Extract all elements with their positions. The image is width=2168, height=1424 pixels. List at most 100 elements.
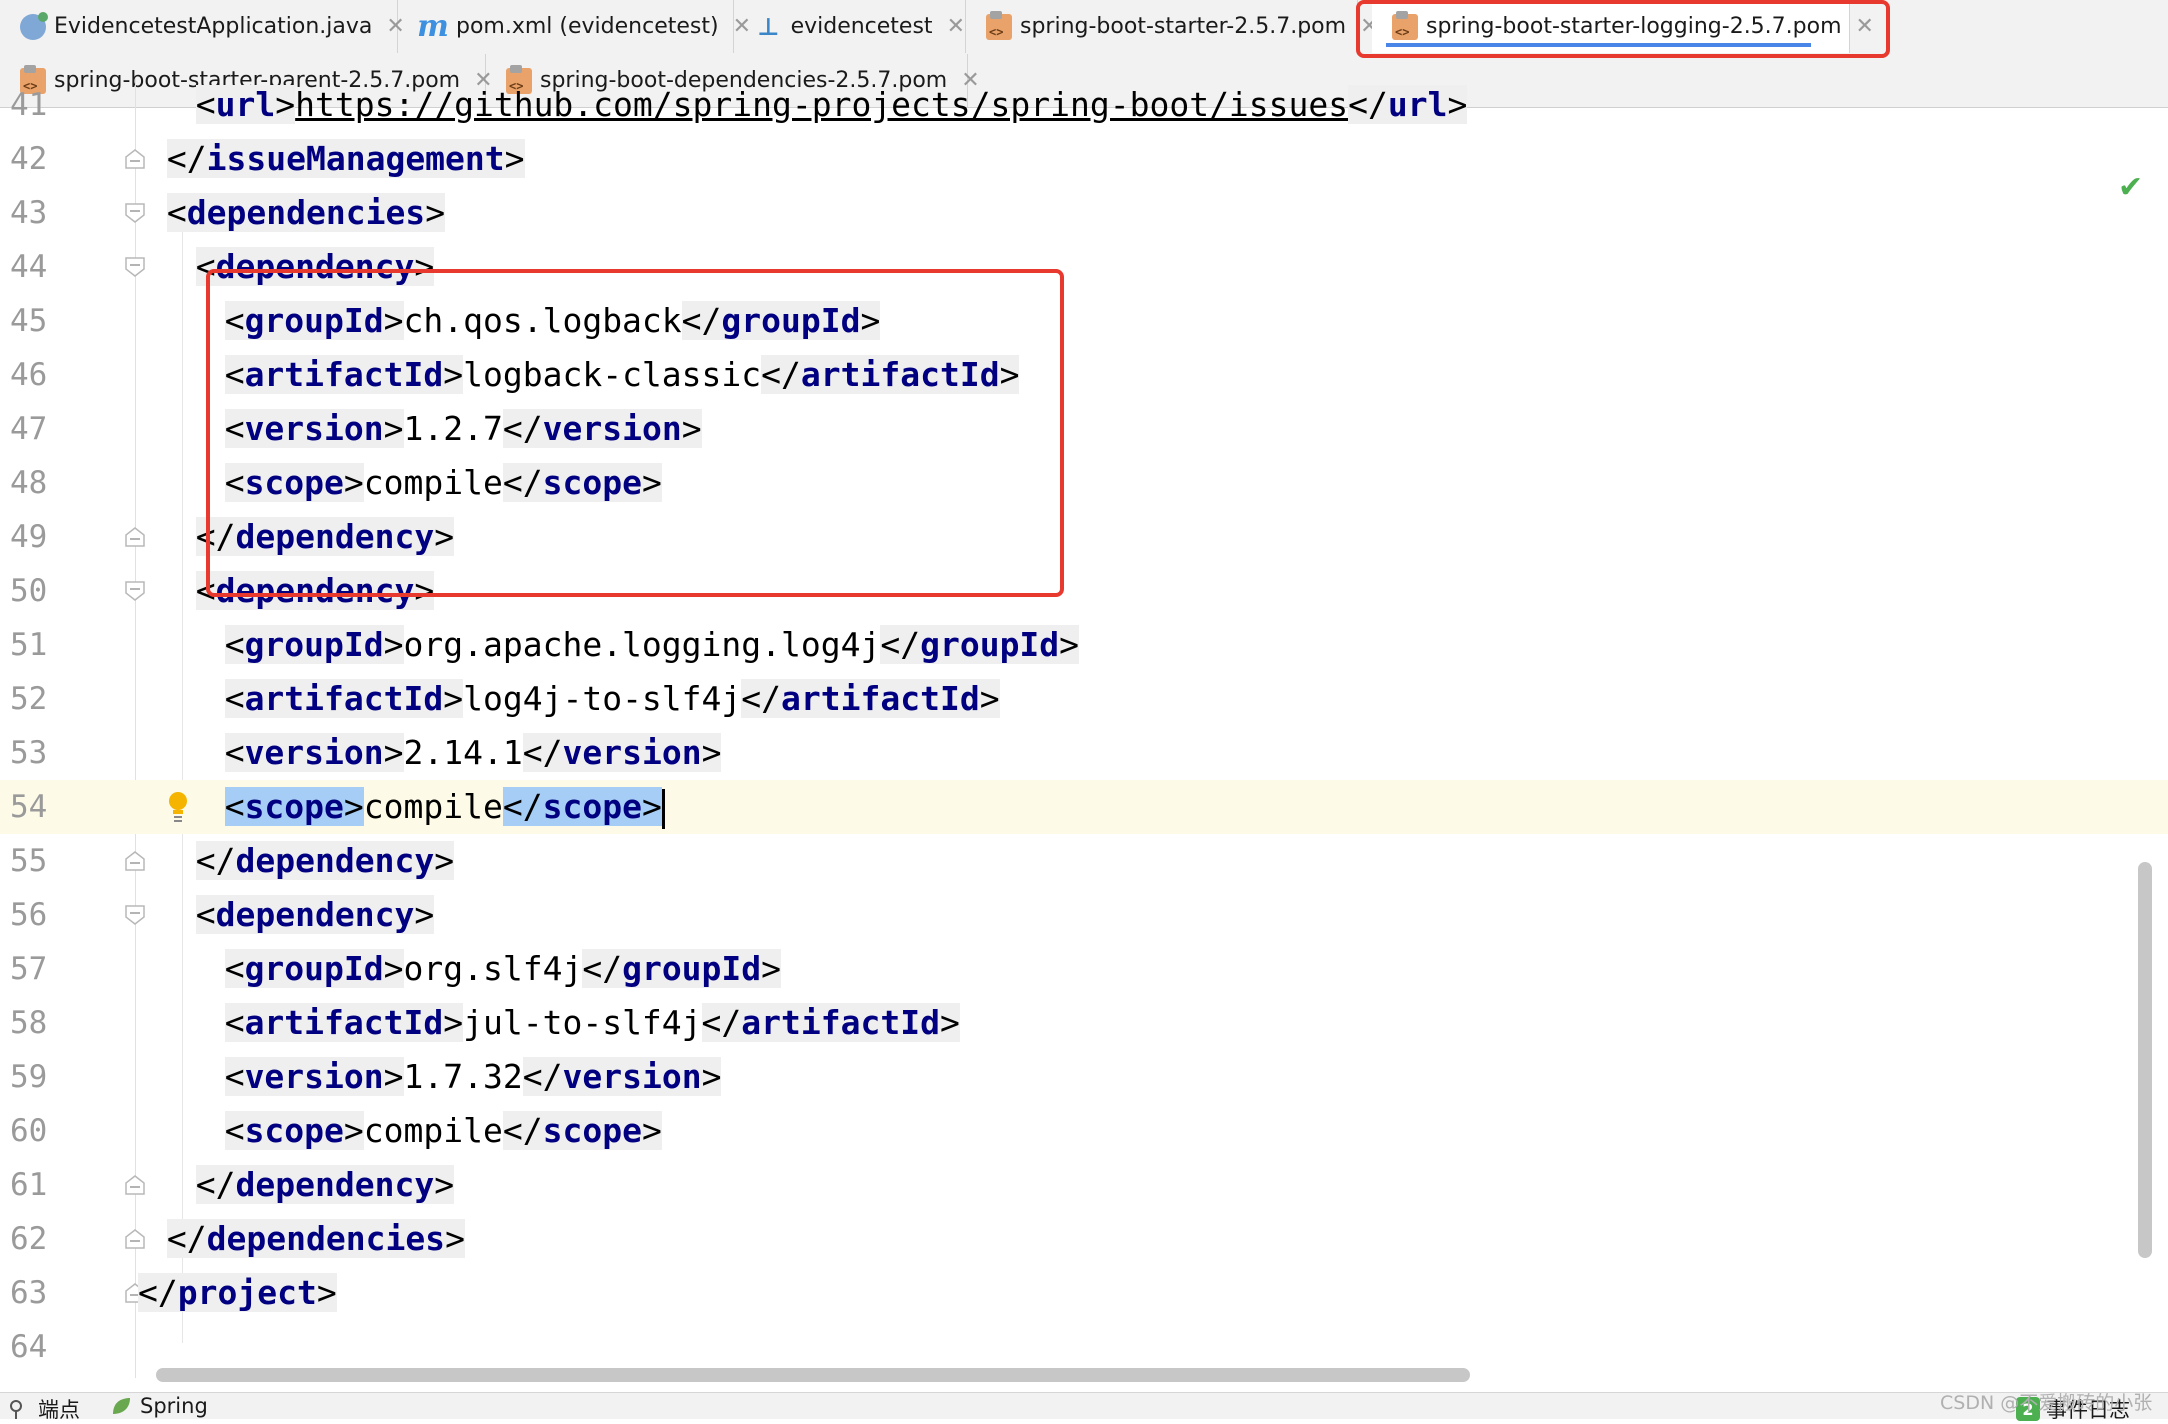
bracket: </: [502, 463, 543, 502]
code-line[interactable]: 45 <groupId>ch.qos.logback</groupId>: [0, 294, 2168, 348]
code-text: </dependency>: [195, 1158, 455, 1212]
code-line[interactable]: 55 </dependency>: [0, 834, 2168, 888]
xml-tag-close: </groupId>: [681, 301, 881, 340]
spring-tool-button[interactable]: Spring: [110, 1394, 208, 1418]
xml-tag-open: <scope>: [224, 1111, 364, 1150]
fold-marker-icon[interactable]: [124, 1174, 146, 1196]
tab-pom-xml-evidencetest[interactable]: m pom.xml (evidencetest) ✕: [398, 0, 751, 53]
bracket: <: [224, 1111, 245, 1150]
bracket: </: [166, 139, 207, 178]
code-line[interactable]: 58 <artifactId>jul-to-slf4j</artifactId>: [0, 996, 2168, 1050]
xml-tag-close: </project>: [138, 1273, 337, 1312]
code-line[interactable]: 52 <artifactId>log4j-to-slf4j</artifactId…: [0, 672, 2168, 726]
close-icon[interactable]: ✕: [1856, 14, 1874, 39]
horizontal-scrollbar[interactable]: [156, 1368, 1470, 1382]
tab-spring-boot-starter-logging-pom[interactable]: <> spring-boot-starter-logging-2.5.7.pom…: [1372, 0, 1874, 53]
code-line[interactable]: 44 <dependency>: [0, 240, 2168, 294]
tag-name: groupId: [622, 949, 762, 988]
code-line[interactable]: 42 </issueManagement>: [0, 132, 2168, 186]
tag-name: version: [562, 733, 702, 772]
code-line[interactable]: 60 <scope>compile</scope>: [0, 1104, 2168, 1158]
xml-tag-close: </groupId>: [582, 949, 782, 988]
code-line[interactable]: 53 <version>2.14.1</version>: [0, 726, 2168, 780]
tab-spring-boot-starter-pom[interactable]: <> spring-boot-starter-2.5.7.pom ✕: [966, 0, 1379, 53]
xml-tag-close: </scope>: [502, 787, 662, 826]
line-number: 50: [10, 573, 48, 609]
xml-tag-open: <artifactId>: [224, 1003, 464, 1042]
close-icon[interactable]: ✕: [947, 14, 965, 39]
tag-value: compile: [363, 1111, 503, 1150]
tab-evidencetest-application-java[interactable]: EvidencetestApplication.java ✕: [0, 0, 405, 53]
code-line[interactable]: 62 </dependencies>: [0, 1212, 2168, 1266]
code-line[interactable]: 57 <groupId>org.slf4j</groupId>: [0, 942, 2168, 996]
bracket: </: [880, 625, 921, 664]
code-line[interactable]: 61 </dependency>: [0, 1158, 2168, 1212]
code-text: <artifactId>jul-to-slf4j</artifactId>: [224, 996, 960, 1050]
fold-marker-icon[interactable]: [124, 580, 146, 602]
code-line[interactable]: 54 <scope>compile</scope>: [0, 780, 2168, 834]
tag-value: compile: [363, 787, 503, 826]
bracket: <: [195, 247, 216, 286]
vertical-scrollbar[interactable]: [2138, 862, 2152, 1258]
xml-tag-close: </dependency>: [195, 841, 455, 880]
bracket: >: [979, 679, 1000, 718]
fold-marker-icon[interactable]: [124, 1228, 146, 1250]
fold-marker-icon[interactable]: [124, 256, 146, 278]
fold-marker-icon[interactable]: [124, 904, 146, 926]
xml-tag-open: <dependencies>: [166, 193, 446, 232]
code-line[interactable]: 56 <dependency>: [0, 888, 2168, 942]
breakpoints-tool-button[interactable]: 端点: [8, 1394, 80, 1424]
code-line[interactable]: 50 <dependency>: [0, 564, 2168, 618]
bracket: >: [383, 1057, 404, 1096]
bracket: >: [383, 733, 404, 772]
code-line[interactable]: 63 </project>: [0, 1266, 2168, 1320]
xml-tag-close: </dependencies>: [166, 1219, 465, 1258]
tag-name: dependency: [215, 247, 415, 286]
fold-marker-icon[interactable]: [124, 202, 146, 224]
bracket: </: [582, 949, 623, 988]
bracket: >: [275, 85, 296, 124]
bracket: >: [343, 1111, 364, 1150]
bracket: <: [166, 193, 187, 232]
tag-name: artifactId: [244, 1003, 444, 1042]
xml-tag-close: </version>: [522, 733, 722, 772]
breakpoints-label: 端点: [38, 1398, 80, 1422]
fold-marker-icon[interactable]: [124, 526, 146, 548]
fold-marker-icon[interactable]: [124, 850, 146, 872]
line-number: 58: [10, 1005, 48, 1041]
intention-bulb-icon[interactable]: [166, 788, 190, 824]
bracket: >: [761, 949, 782, 988]
code-line[interactable]: 46 <artifactId>logback-classic</artifactI…: [0, 348, 2168, 402]
bracket: >: [343, 787, 364, 826]
code-line[interactable]: 49 </dependency>: [0, 510, 2168, 564]
code-line[interactable]: 59 <version>1.7.32</version>: [0, 1050, 2168, 1104]
fold-marker-icon[interactable]: [124, 148, 146, 170]
tag-name: artifactId: [741, 1003, 940, 1042]
bracket: >: [939, 1003, 960, 1042]
tag-value: logback-classic: [463, 355, 762, 394]
code-line[interactable]: 51 <groupId>org.apache.logging.log4j</gro…: [0, 618, 2168, 672]
xml-tag-open: <url>: [195, 85, 296, 124]
code-line[interactable]: 41 <url>https://github.com/spring-project…: [0, 78, 2168, 132]
bracket: </: [681, 301, 722, 340]
xml-tag-open: <version>: [224, 733, 404, 772]
code-editor[interactable]: ✔ 41 <url>https://github.com/spring-proje…: [0, 78, 2168, 1390]
xml-tag-close: </scope>: [502, 1111, 662, 1150]
code-line[interactable]: 48 <scope>compile</scope>: [0, 456, 2168, 510]
code-line[interactable]: 43 <dependencies>: [0, 186, 2168, 240]
code-line[interactable]: 47 <version>1.2.7</version>: [0, 402, 2168, 456]
bracket: >: [860, 301, 881, 340]
bracket: >: [425, 193, 446, 232]
tag-value: 2.14.1: [403, 733, 523, 772]
bracket: <: [224, 787, 245, 826]
tag-name: url: [1387, 85, 1448, 124]
xml-tag-open: <dependency>: [195, 895, 435, 934]
tag-name: artifactId: [244, 679, 444, 718]
code-text: <scope>compile</scope>: [224, 780, 665, 834]
tab-evidencetest[interactable]: ⊥ evidencetest ✕: [734, 0, 966, 53]
bracket: >: [434, 841, 455, 880]
bracket: </: [166, 1219, 207, 1258]
tag-name: scope: [542, 1111, 642, 1150]
line-number: 47: [10, 411, 48, 447]
code-line[interactable]: 64: [0, 1320, 2168, 1374]
